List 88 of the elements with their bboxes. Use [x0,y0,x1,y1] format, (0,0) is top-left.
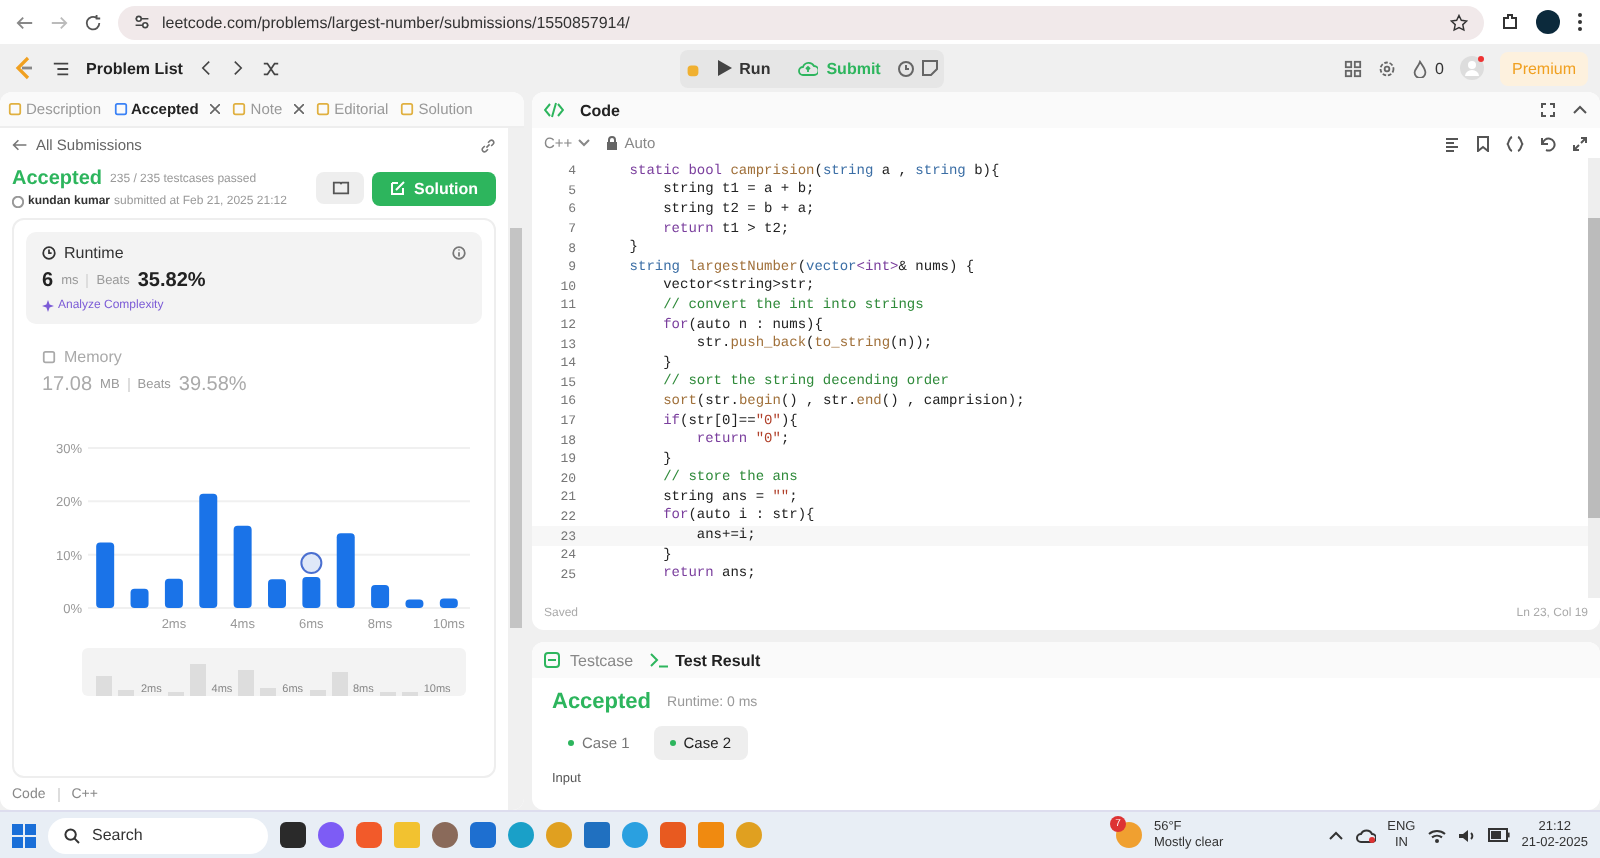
alarm-clock-icon[interactable] [896,58,917,78]
info-icon[interactable] [452,246,466,260]
panel-tab[interactable]: Test Result [675,651,761,669]
more-vertical-icon[interactable] [1576,12,1584,32]
beats-percent: 39.58% [178,374,247,396]
bar [95,542,114,608]
tab-icon [113,102,128,116]
shuffle-icon[interactable] [262,59,281,77]
cloud-icon[interactable] [1355,827,1376,843]
braces-icon[interactable] [1506,135,1524,151]
close-icon[interactable] [294,104,305,114]
bar [267,579,285,608]
taskbar-search-field[interactable]: Search [48,817,268,853]
bar [370,585,389,608]
edit-icon [390,180,406,196]
overview-bar [189,664,206,696]
stat-value: 17.08 [42,374,93,396]
bar [198,493,217,608]
terminal-icon [649,652,668,668]
search-icon [64,827,80,843]
expand-icon[interactable] [1572,135,1588,151]
logo-icon[interactable] [12,56,36,80]
puzzle-icon[interactable] [1500,12,1520,32]
sparkle-icon [42,300,54,312]
chevron-right-icon[interactable] [230,60,247,76]
app-icon[interactable] [280,822,306,848]
format-icon[interactable] [1444,135,1460,151]
undo-icon[interactable] [1540,135,1556,151]
submission-status: Accepted [12,168,103,190]
speaker-icon[interactable] [1457,827,1476,843]
chevron-down-icon[interactable] [578,138,591,148]
bookmark-icon[interactable] [1476,135,1490,151]
tab-icon [316,102,331,116]
code-icon [544,102,564,118]
chevron-left-icon[interactable] [198,60,215,76]
clock-icon [42,246,56,260]
tab-icon [400,102,415,116]
settings-icon[interactable] [1377,59,1396,77]
bar [438,598,457,608]
panel-title: Code [580,101,620,119]
bar [404,599,423,608]
cloud-upload-icon [798,60,819,76]
play-icon [717,60,732,76]
user-avatar-icon [12,196,24,208]
url-text: leetcode.com/problems/largest-number/submissions/1550857914/ [162,13,632,31]
scrollbar[interactable] [508,128,524,810]
beats-percent: 35.82% [137,270,206,292]
wifi-icon[interactable] [1427,827,1446,843]
back-arrow-icon[interactable] [16,13,34,31]
scrollbar[interactable] [1588,158,1600,598]
bar [301,577,320,608]
back-arrow-icon[interactable] [12,138,28,152]
checkbox-icon [544,652,562,668]
start-icon[interactable] [12,823,36,847]
tab-icon [8,102,22,116]
bar [163,578,182,608]
stat-value: 6 [42,270,54,292]
address-bar[interactable]: leetcode.com/problems/largest-number/submissions/1550857914/ [118,5,1484,39]
chevron-up-icon[interactable] [1327,827,1344,843]
problem-list-link[interactable]: Problem List [86,59,183,77]
battery-icon[interactable] [1487,828,1510,842]
lock-icon [606,136,619,150]
grid-icon[interactable] [1343,59,1362,77]
site-settings-icon[interactable] [134,14,150,30]
expand-icon[interactable] [1540,102,1556,118]
streak-count: 0 [1435,59,1444,77]
bar [129,588,148,608]
link-icon[interactable] [480,137,496,153]
profile-avatar-icon[interactable] [1536,10,1560,34]
bar [335,533,354,608]
overview-bar [331,672,347,696]
chevron-up-icon[interactable] [1572,102,1588,118]
panel-tab[interactable]: Testcase [570,651,634,669]
overview-bar [96,676,113,696]
overview-bar [238,670,255,696]
star-icon[interactable] [1450,13,1468,31]
result-status: Accepted [552,690,652,714]
close-icon[interactable] [210,104,221,114]
user-avatar-icon[interactable] [1459,56,1484,80]
list-icon[interactable] [52,59,70,77]
tab-icon [232,102,247,116]
reload-icon[interactable] [84,13,102,31]
stat-title: Memory [64,348,122,366]
avatar-marker [299,552,322,575]
book-button[interactable] [316,172,364,204]
note-icon[interactable] [920,58,941,78]
stat-title: Runtime [64,244,124,262]
bar [232,525,251,608]
